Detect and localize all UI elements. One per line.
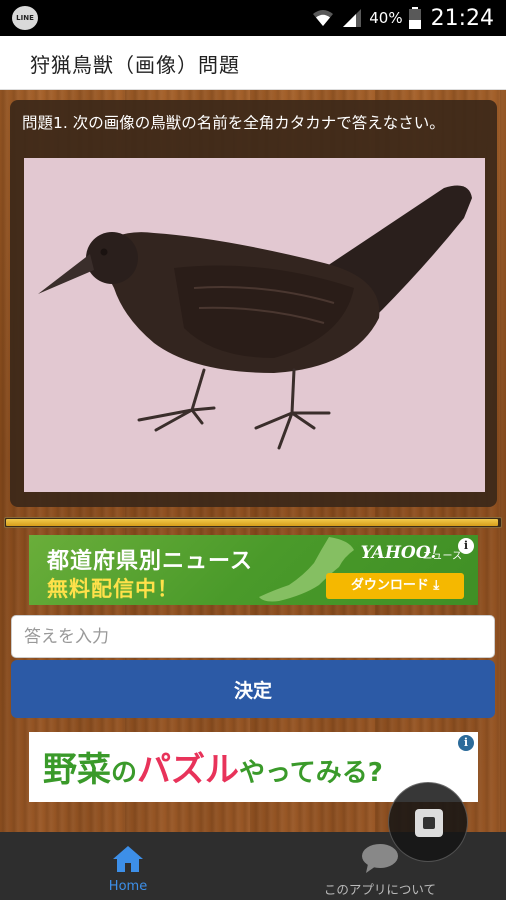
line-app-icon: LINE xyxy=(12,6,38,30)
ad-puzzle-part3: パズル xyxy=(137,750,240,790)
ad-puzzle-part2: の xyxy=(111,758,138,788)
battery-icon xyxy=(408,7,421,29)
clock: 21:24 xyxy=(430,5,494,31)
ad-info-icon[interactable]: i xyxy=(458,538,474,554)
progress-fill xyxy=(6,519,498,526)
status-indicators: 40% 21:24 xyxy=(311,0,494,36)
ad-download-button[interactable]: ダウンロード ⤓ xyxy=(326,573,464,599)
home-icon xyxy=(113,846,143,872)
stop-icon xyxy=(415,809,443,837)
ad-puzzle-part1: 野菜 xyxy=(43,750,111,790)
ad-puzzle-text: 野菜のパズルやってみる? xyxy=(43,742,383,791)
nav-home-label: Home xyxy=(108,879,148,894)
question-text: 問題1. 次の画像の鳥獣の名前を全角カタカナで答えなさい。 xyxy=(22,114,445,132)
crow-illustration xyxy=(24,158,485,492)
submit-button[interactable]: 決定 xyxy=(11,660,495,718)
question-panel: 問題1. 次の画像の鳥獣の名前を全角カタカナで答えなさい。 xyxy=(10,100,497,507)
quiz-content: 問題1. 次の画像の鳥獣の名前を全角カタカナで答えなさい。 都道府県別ニュース … xyxy=(0,90,506,832)
nav-home[interactable]: Home xyxy=(80,832,176,900)
cell-signal-icon xyxy=(343,9,362,27)
nav-about-label: このアプリについて xyxy=(323,882,437,897)
bird-image xyxy=(24,158,485,492)
ad-subline: 無料配信中！ xyxy=(47,577,179,601)
answer-input[interactable] xyxy=(11,615,495,658)
floating-stop-button[interactable] xyxy=(388,782,468,862)
wifi-icon xyxy=(313,10,334,26)
ad-banner-news[interactable]: 都道府県別ニュース 無料配信中！ YAHOO! ニュース ダウンロード ⤓ i xyxy=(29,535,478,605)
ad-info-icon[interactable]: i xyxy=(458,735,474,751)
status-bar: LINE 40% 21:24 xyxy=(0,0,506,36)
battery-percent: 40% xyxy=(369,9,403,27)
yahoo-logo-sub: ニュース xyxy=(422,551,463,562)
progress-bar xyxy=(4,517,502,528)
page-title: 狩猟鳥獣（画像）問題 xyxy=(30,53,240,77)
ad-puzzle-part4: やってみる? xyxy=(239,758,383,788)
chat-bubble-icon xyxy=(362,844,398,873)
app-bar: 狩猟鳥獣（画像）問題 xyxy=(0,36,506,90)
ad-headline: 都道府県別ニュース xyxy=(47,549,253,574)
